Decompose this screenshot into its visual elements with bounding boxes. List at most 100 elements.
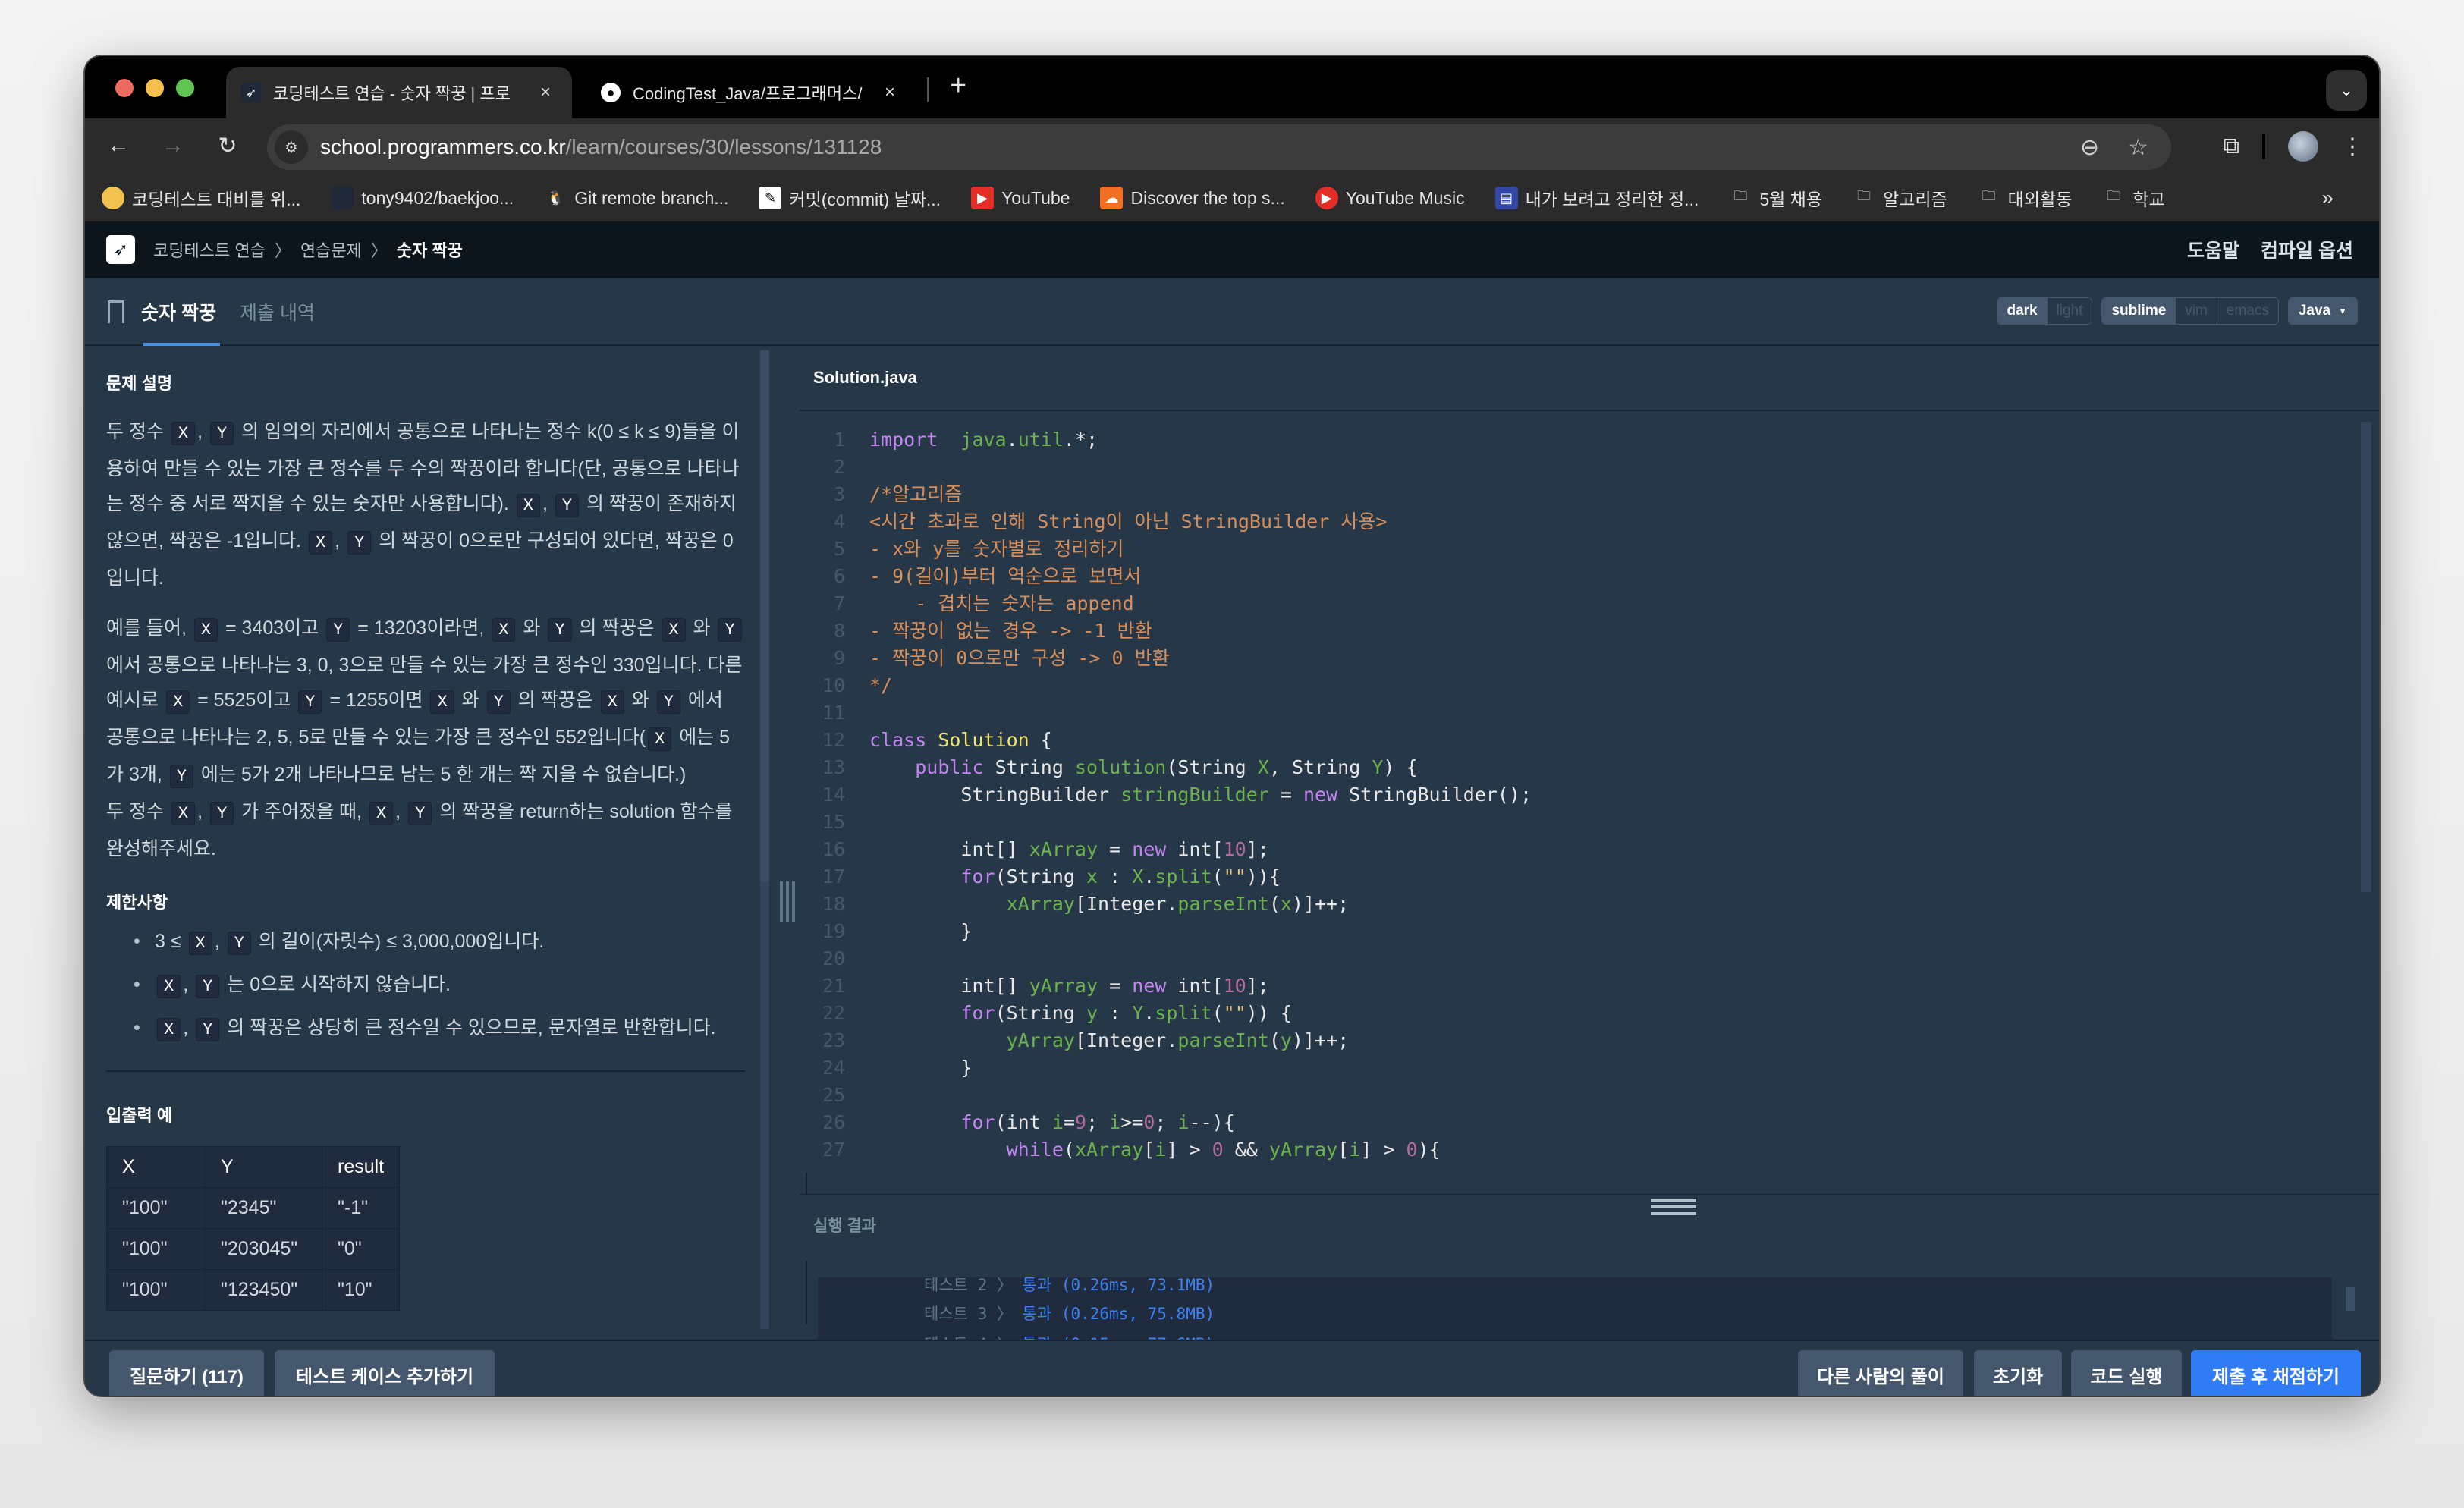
code-line[interactable]: 4 <시간 초과로 인해 String이 아닌 StringBuilder 사용> xyxy=(800,508,2347,536)
splitter-grip-icon[interactable] xyxy=(778,881,797,922)
theme-dark-option[interactable]: dark xyxy=(1997,298,2047,324)
add-testcase-button[interactable]: 테스트 케이스 추가하기 xyxy=(275,1350,495,1396)
action-bar: 질문하기 (117) 테스트 케이스 추가하기 다른 사람의 풀이 초기화 코드… xyxy=(85,1340,2379,1396)
bookmark-item[interactable]: ● 코딩테스트 대비를 위... xyxy=(102,185,300,211)
bookmark-item[interactable]: ▶ YouTube Music xyxy=(1315,187,1465,209)
compile-options-link[interactable]: 컴파일 옵션 xyxy=(2261,236,2353,263)
code-line[interactable]: 16 int[] xArray = new int[10]; xyxy=(800,836,2347,863)
code-line[interactable]: 9 - 짝꿍이 0으로만 구성 -> 0 반환 xyxy=(800,645,2347,672)
reset-button[interactable]: 초기화 xyxy=(1974,1350,2062,1396)
browser-tab-programmers[interactable]: ➶ 코딩테스트 연습 - 숫자 짝꿍 | 프로 × xyxy=(226,67,572,118)
inline-code-variable: Y xyxy=(298,690,322,714)
code-lines[interactable]: 1 import java.util.*; 2 3/*알고리즘 4 <시간 초과로 인해 … xyxy=(800,426,2347,1164)
bookmark-item[interactable]: 🗀 대외활동 xyxy=(1978,185,2073,211)
submit-button[interactable]: 제출 후 채점하기 xyxy=(2191,1350,2361,1396)
code-line[interactable]: 27 while(xArray[i] > 0 && yArray[i] > 0)… xyxy=(800,1136,2347,1164)
address-bar[interactable]: ⚙ school.programmers.co.kr/learn/courses… xyxy=(267,124,2171,170)
chevron-right-icon: 〉 xyxy=(274,241,291,260)
close-tab-icon[interactable]: × xyxy=(534,82,557,103)
code-line[interactable]: 24 } xyxy=(800,1054,2347,1082)
code-line[interactable]: 8 - 짝꿍이 없는 경우 -> -1 반환 xyxy=(800,617,2347,645)
zoom-out-icon[interactable]: ⊖ xyxy=(2080,134,2099,161)
tab-submissions[interactable]: 제출 내역 xyxy=(240,278,315,346)
theme-light-option[interactable]: light xyxy=(2046,298,2092,324)
code-text: while(xArray[i] > 0 && yArray[i] > 0){ xyxy=(1006,1139,1441,1161)
code-line[interactable]: 10 */ xyxy=(800,672,2347,699)
chevron-right-icon: 〉 xyxy=(370,241,388,260)
code-line[interactable]: 13 public String solution(String X, Stri… xyxy=(800,754,2347,781)
code-line[interactable]: 23 yArray[Integer.parseInt(y)]++; xyxy=(800,1027,2347,1054)
keymap-vim-option[interactable]: vim xyxy=(2175,298,2217,324)
run-code-button[interactable]: 코드 실행 xyxy=(2071,1350,2182,1396)
code-line[interactable]: 2 xyxy=(800,454,2347,481)
code-line[interactable]: 7 - 겹치는 숫자는 append xyxy=(800,590,2347,617)
code-line[interactable]: 6 - 9(길이)부터 역순으로 보면서 xyxy=(800,563,2347,590)
star-bookmark-icon[interactable]: ☆ xyxy=(2128,134,2148,161)
breadcrumb-item-practice[interactable]: 코딩테스트 연습 xyxy=(153,237,266,262)
more-menu-icon[interactable]: ⋮ xyxy=(2341,134,2364,160)
folder-icon: 🗀 xyxy=(2107,188,2121,203)
code-line[interactable]: 5 - x와 y를 숫자별로 정리하기 xyxy=(800,536,2347,563)
bookmark-item[interactable]: ☁ Discover the top s... xyxy=(1100,187,1285,209)
code-text: StringBuilder stringBuilder = new String… xyxy=(869,784,1532,806)
code-line[interactable]: 26 for(int i=9; i>=0; i--){ xyxy=(800,1109,2347,1136)
bookmark-icon[interactable] xyxy=(108,300,124,329)
breadcrumb-item-problems[interactable]: 연습문제 xyxy=(300,237,362,262)
result-scrollbar[interactable] xyxy=(2346,1287,2355,1311)
forward-button[interactable]: → xyxy=(158,130,188,161)
scrollbar-thumb[interactable] xyxy=(760,350,769,881)
extensions-icon[interactable]: ⧉ xyxy=(2224,134,2239,159)
code-line[interactable]: 3 /*알고리즘 xyxy=(800,481,2347,508)
bookmark-item[interactable]: ● tony9402/baekjoo... xyxy=(331,187,514,209)
code-line[interactable]: 19 } xyxy=(800,918,2347,945)
code-line[interactable]: 20 xyxy=(800,945,2347,972)
code-line[interactable]: 1 import java.util.*; xyxy=(800,426,2347,454)
keymap-sublime-option[interactable]: sublime xyxy=(2102,298,2176,324)
maximize-window-button[interactable] xyxy=(176,79,194,97)
description-paragraph-1: 두 정수 X, Y 의 임의의 자리에서 공통으로 나타나는 정수 k(0 ≤ … xyxy=(106,421,740,589)
language-select[interactable]: Java ▼ xyxy=(2287,297,2358,325)
editor-scrollbar[interactable] xyxy=(2361,422,2371,892)
tab-title: 코딩테스트 연습 - 숫자 짝꿍 | 프로 xyxy=(273,84,511,103)
keymap-emacs-option[interactable]: emacs xyxy=(2216,298,2278,324)
code-line[interactable]: 12 class Solution { xyxy=(800,727,2347,754)
bookmark-item[interactable]: ▤ 내가 보려고 정리한 정... xyxy=(1494,185,1699,211)
new-tab-button[interactable]: + xyxy=(950,70,966,102)
more-bookmarks-icon[interactable]: » xyxy=(2321,186,2334,210)
tab-search-button[interactable]: ⌄ xyxy=(2326,70,2367,111)
code-line[interactable]: 21 int[] yArray = new int[10]; xyxy=(800,972,2347,1000)
help-link[interactable]: 도움말 xyxy=(2187,236,2239,263)
description-scrollbar[interactable] xyxy=(760,350,769,1329)
browser-tab-github[interactable]: ● CodingTest_Java/프로그래머스/ × xyxy=(586,67,916,118)
bookmark-item[interactable]: 🗀 5월 채용 xyxy=(1729,185,1822,211)
bookmark-item[interactable]: 🗀 학교 xyxy=(2102,185,2164,211)
profile-avatar[interactable] xyxy=(2288,131,2318,162)
bookmarks-bar: ● 코딩테스트 대비를 위... ● tony9402/baekjoo... 🐧 Git … xyxy=(85,174,2379,221)
url-text[interactable]: school.programmers.co.kr/learn/courses/3… xyxy=(320,135,882,159)
others-solutions-button[interactable]: 다른 사람의 풀이 xyxy=(1798,1350,1963,1396)
close-tab-icon[interactable]: × xyxy=(878,82,901,103)
bookmark-item[interactable]: ▶ YouTube xyxy=(971,187,1070,209)
bookmark-item[interactable]: 🗀 알고리즘 xyxy=(1853,185,1947,211)
close-window-button[interactable] xyxy=(115,79,134,97)
reload-button[interactable]: ↻ xyxy=(212,130,243,161)
code-line[interactable]: 11 xyxy=(800,699,2347,727)
code-line[interactable]: 17 for(String x : X.split("")){ xyxy=(800,863,2347,891)
code-text: import java.util.*; xyxy=(869,429,1098,451)
code-line[interactable]: 22 for(String y : Y.split("")) { xyxy=(800,1000,2347,1027)
bookmark-item[interactable]: ✎ 커밋(commit) 날짜... xyxy=(759,185,941,211)
code-line[interactable]: 14 StringBuilder stringBuilder = new Str… xyxy=(800,781,2347,809)
programmers-logo-icon[interactable]: ➶ xyxy=(106,235,135,264)
code-line[interactable]: 15 xyxy=(800,809,2347,836)
site-info-icon[interactable]: ⚙ xyxy=(275,130,308,164)
tab-problem[interactable]: 숫자 짝꿍 xyxy=(108,278,220,346)
minimize-window-button[interactable] xyxy=(146,79,164,97)
ask-question-button[interactable]: 질문하기 (117) xyxy=(109,1350,264,1396)
line-number: 10 xyxy=(822,674,845,696)
code-line[interactable]: 25 xyxy=(800,1082,2347,1109)
code-editor[interactable]: Solution.java 1 import java.util.*; 2 3/*알고… xyxy=(800,346,2379,1173)
resize-handle-icon[interactable] xyxy=(1651,1199,1696,1215)
back-button[interactable]: ← xyxy=(103,130,134,161)
bookmark-item[interactable]: 🐧 Git remote branch... xyxy=(544,187,728,209)
code-line[interactable]: 18 xArray[Integer.parseInt(x)]++; xyxy=(800,891,2347,918)
